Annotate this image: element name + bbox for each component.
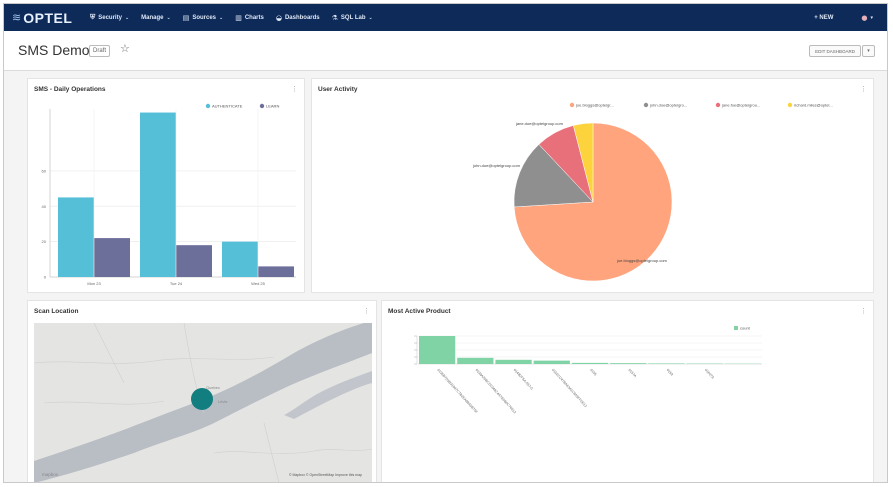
map-canvas: Quebec Lévis [34, 323, 372, 482]
security-icon: ⛨ [90, 13, 96, 21]
x-tick-label: Wed 25 [251, 281, 265, 286]
bar-learn[interactable] [94, 238, 130, 277]
dashboard-icon: ◒ [275, 13, 282, 22]
slice-label: john.doe@optelgroup.com [472, 163, 521, 168]
flask-icon: ⚗ [331, 13, 338, 22]
legend-swatch[interactable] [259, 103, 265, 109]
bar-count[interactable] [533, 360, 570, 364]
edit-dashboard-button[interactable]: EDIT DASHBOARD [809, 45, 861, 57]
legend-swatch[interactable] [205, 103, 211, 109]
app-logo[interactable]: ≋ OPTEL [12, 10, 76, 26]
more-actions-chevron-down-icon[interactable]: ▾ [862, 45, 875, 57]
legend-label[interactable]: jane.foe@opteigrou... [721, 103, 760, 108]
bar-count[interactable] [571, 362, 609, 364]
map-label-quebec: Quebec [206, 385, 220, 390]
y-tick-label: 60 [42, 168, 47, 173]
scan-location-marker[interactable] [191, 388, 213, 410]
page-title: SMS Demo [18, 42, 90, 58]
bar-authenticate[interactable] [58, 197, 94, 277]
x-tick-label: 0159 [666, 368, 674, 377]
daily-operations-panel: SMS - Daily Operations ⋮ 0 20 40 60 Mon 23 Tu… [27, 78, 305, 293]
user-activity-panel: User Activity ⋮ joe.bloggs@optelgroup.co… [311, 78, 874, 293]
bar-learn[interactable] [258, 266, 294, 277]
x-tick-label: Tue 24 [170, 281, 183, 286]
nav-item-manage[interactable]: Manage ⌄ [141, 15, 171, 21]
user-menu-icon[interactable]: ● [861, 14, 867, 22]
legend-label[interactable]: joe.bloggs@opteigr... [575, 103, 614, 108]
bar-count[interactable] [419, 336, 456, 364]
panel-menu-icon[interactable]: ⋮ [363, 307, 370, 315]
bar-count[interactable] [648, 363, 685, 364]
map-view[interactable]: Quebec Lévis mapbox © Mapbox © OpenStree… [34, 323, 372, 482]
map-label-levis: Lévis [218, 399, 227, 404]
bar-authenticate[interactable] [140, 112, 176, 278]
map-attribution[interactable]: © Mapbox © OpenStreetMap Improve this ma… [289, 473, 362, 477]
y-tick-label: 20 [42, 239, 47, 244]
nav-item-label: Charts [244, 14, 264, 21]
nav-item-security[interactable]: ⛨ Security ⌄ [90, 13, 129, 22]
chevron-down-icon: ⌄ [124, 14, 130, 21]
x-tick-label: 0152CD47BA6341C8A9FF0E12 [551, 368, 588, 408]
slice-label: joe.bloggs@optelgroup.com [616, 258, 668, 263]
legend-swatch[interactable] [715, 102, 721, 108]
panel-title: Scan Location [34, 308, 79, 315]
legend-label[interactable]: AUTHENTICATE [212, 104, 243, 109]
most-active-product-panel: Most Active Product ⋮ 0136B7D5B31947C7B2… [381, 300, 874, 482]
legend-label[interactable]: john.doe@opteigro... [649, 103, 687, 108]
chevron-down-icon: ⌄ [166, 14, 171, 21]
mapbox-logo[interactable]: mapbox [42, 472, 58, 477]
new-button[interactable]: + NEW [814, 15, 833, 21]
nav-item-dashboards[interactable]: ◒ Dashboards [276, 14, 320, 22]
x-tick-label: Mon 23 [87, 281, 101, 286]
user-menu-chevron-down-icon[interactable]: ▾ [870, 15, 873, 21]
top-navbar: ≋ OPTEL ⛨ Security ⌄ Manage ⌄ ▤ Sources ⌄ ▥ Chart… [4, 4, 887, 31]
bar-chart-icon: ▥ [235, 13, 242, 22]
dashboard-header: SMS Demo Draft ☆ EDIT DASHBOARD ▾ [4, 31, 887, 71]
bar-count[interactable] [457, 357, 494, 364]
legend-swatch[interactable] [569, 102, 575, 108]
scan-location-panel: Scan Location ⋮ Quebec Lévis mapbox © Ma… [27, 300, 377, 482]
legend-swatch[interactable] [787, 102, 793, 108]
nav-item-label: Manage [141, 14, 164, 21]
y-tick-label: 40 [42, 204, 47, 209]
legend-label[interactable]: count [740, 326, 751, 331]
nav-item-sql-lab[interactable]: ⚗ SQL Lab ⌄ [332, 14, 373, 22]
x-tick-label: 0138A25BCD2349C4A7E0B0C76612 [475, 368, 517, 414]
chevron-down-icon: ⌄ [368, 14, 373, 21]
logo-mark-icon: ≋ [12, 11, 22, 24]
nav-item-charts[interactable]: ▥ Charts [235, 14, 264, 22]
daily-operations-chart: 0 20 40 60 Mon 23 Tue 24 Wed 25 AUTHENTICATE LEA… [42, 103, 296, 286]
x-tick-label: 0155 [589, 368, 597, 377]
nav-item-label: Sources [192, 14, 216, 21]
legend-label[interactable]: LEARN [266, 104, 279, 109]
nav-item-label: Dashboards [284, 14, 320, 21]
x-tick-label: 0148DF5A-557-5 [513, 368, 534, 391]
favorite-star-icon[interactable]: ☆ [120, 42, 130, 55]
bar-count[interactable] [495, 359, 532, 364]
x-tick-label: 0136B7D5B31947C7B2EA88A5B75F [436, 368, 478, 414]
legend-swatch[interactable] [643, 102, 649, 108]
chevron-down-icon: ⌄ [219, 14, 224, 21]
bar-authenticate[interactable] [222, 241, 258, 277]
nav-item-label: Security [98, 14, 122, 21]
most-active-product-chart: 0136B7D5B31947C7B2EA88A5B75F0138A25BCD23… [414, 326, 762, 414]
bar-count[interactable] [610, 363, 647, 364]
app-window: ≋ OPTEL ⛨ Security ⌄ Manage ⌄ ▤ Sources ⌄ ▥ Chart… [3, 3, 888, 483]
status-badge: Draft [89, 45, 111, 57]
x-tick-label: 01607A [704, 368, 715, 380]
slice-label: jane.doe@optelgroup.com [515, 121, 564, 126]
nav-item-label: SQL Lab [340, 14, 366, 21]
legend-label[interactable]: richard.miles@optel... [794, 103, 833, 108]
database-icon: ▤ [182, 13, 190, 22]
x-tick-label: 0157A [627, 368, 637, 379]
logo-text: OPTEL [23, 9, 73, 26]
bar-learn[interactable] [176, 245, 212, 277]
y-tick-label: 0 [44, 275, 47, 280]
user-activity-chart: joe.bloggs@optelgroup.com john.doe@optelg… [472, 102, 833, 282]
nav-item-sources[interactable]: ▤ Sources ⌄ [183, 14, 224, 22]
legend-swatch[interactable] [734, 326, 738, 330]
